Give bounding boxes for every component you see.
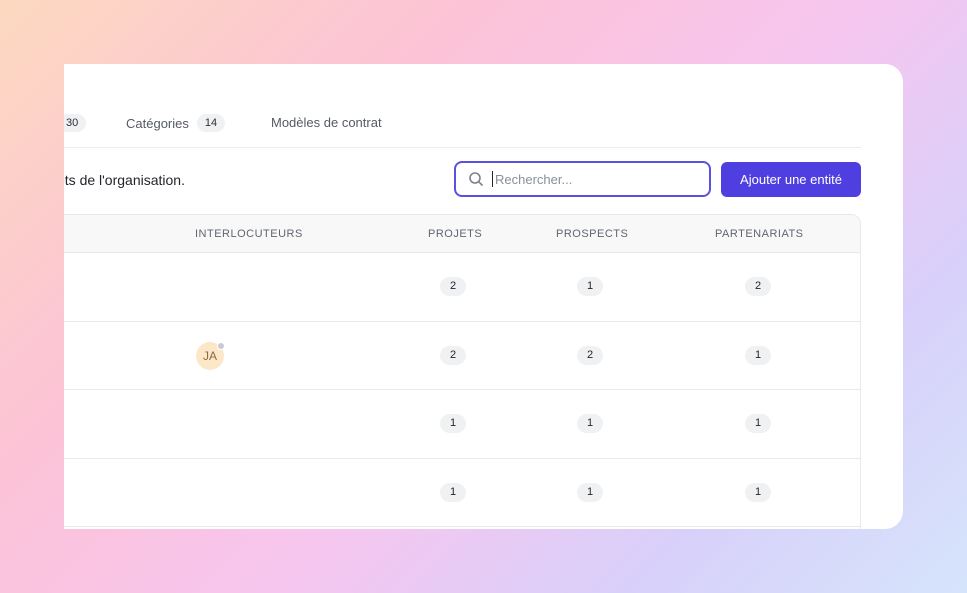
tab-label: Modèles de contrat	[271, 115, 382, 130]
table-header: INTERLOCUTEURS PROJETS PROSPECTS PARTENA…	[64, 215, 860, 253]
avatar-initials: JA	[202, 348, 217, 363]
projects-count: 1	[440, 414, 466, 433]
projects-count: 2	[440, 277, 466, 296]
table-row[interactable]: JA 2 2 1	[64, 322, 860, 390]
status-dot	[217, 341, 225, 350]
partnerships-count: 1	[745, 345, 771, 365]
table-row[interactable]: 1 1 1	[64, 390, 860, 459]
prospects-count: 2	[577, 345, 603, 365]
projects-count: 2	[440, 345, 466, 365]
search-box[interactable]	[454, 161, 711, 197]
add-entity-button[interactable]: Ajouter une entité	[721, 162, 861, 197]
tab-entities[interactable]: 30	[64, 114, 87, 132]
partnerships-count: 1	[745, 414, 771, 433]
table-row[interactable]: 1 1 1	[64, 459, 860, 527]
tab-label: Catégories	[126, 115, 189, 131]
projects-count: 1	[440, 482, 466, 502]
entities-panel: 30 Catégories 14 Modèles de contrat ets …	[64, 64, 903, 529]
tab-categories[interactable]: Catégories 14	[126, 114, 226, 132]
column-header-projects[interactable]: PROJETS	[428, 228, 482, 240]
column-header-prospects[interactable]: PROSPECTS	[556, 228, 628, 240]
column-header-partnerships[interactable]: PARTENARIATS	[715, 228, 804, 240]
tab-count-badge: 14	[196, 114, 226, 132]
page-description: ets de l'organisation.	[64, 172, 185, 188]
tab-bar: 30 Catégories 14 Modèles de contrat	[64, 108, 861, 148]
partnerships-count: 1	[745, 482, 771, 502]
prospects-count: 1	[577, 277, 603, 296]
tab-contract-models[interactable]: Modèles de contrat	[271, 115, 382, 130]
column-header-interlocutors[interactable]: INTERLOCUTEURS	[195, 228, 303, 240]
table-row[interactable]: 2 1 2	[64, 253, 860, 322]
entities-table: INTERLOCUTEURS PROJETS PROSPECTS PARTENA…	[64, 214, 861, 529]
avatar[interactable]: JA	[196, 341, 225, 370]
tab-count-badge: 30	[64, 114, 87, 132]
search-icon	[469, 172, 484, 187]
prospects-count: 1	[577, 414, 603, 433]
prospects-count: 1	[577, 482, 603, 502]
search-input[interactable]	[492, 171, 692, 187]
partnerships-count: 2	[745, 277, 771, 296]
